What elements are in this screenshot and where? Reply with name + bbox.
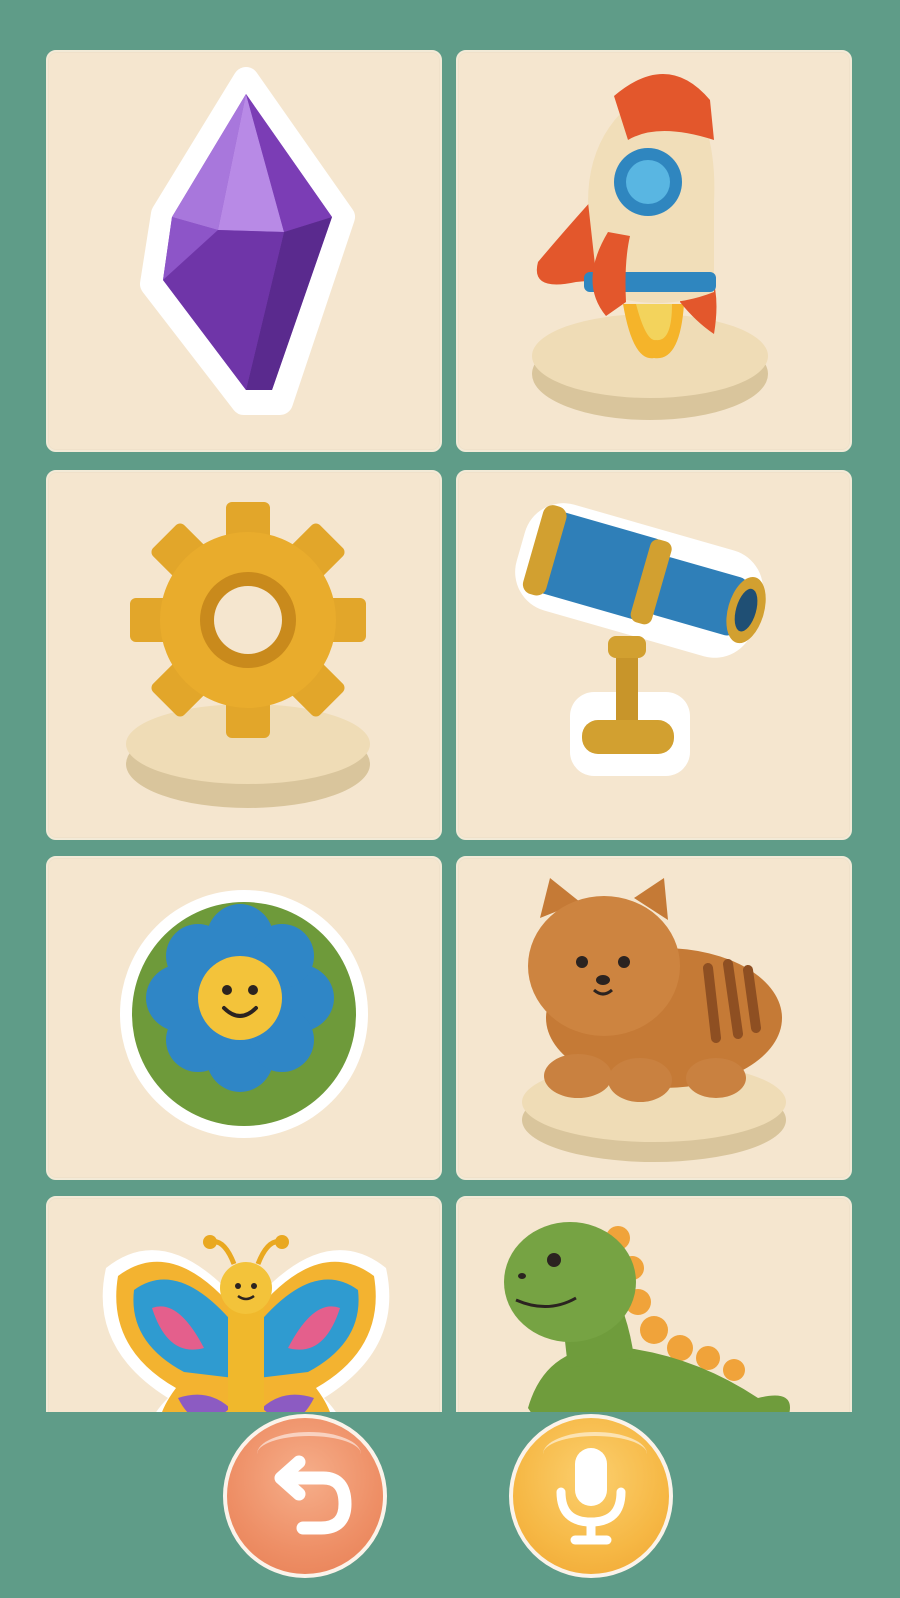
- purple-crystal-icon: [140, 67, 355, 415]
- item-card-telescope[interactable]: [456, 470, 852, 840]
- rocket-icon: [532, 73, 768, 420]
- item-card-rocket[interactable]: [456, 50, 852, 452]
- butterfly-icon: [102, 1235, 390, 1412]
- yellow-gear-icon: [126, 502, 370, 808]
- item-card-butterfly[interactable]: [46, 1196, 442, 1412]
- item-card-gear[interactable]: [46, 470, 442, 840]
- undo-arrow-icon: [274, 1455, 352, 1535]
- smiling-flower-icon: [120, 890, 368, 1138]
- blue-telescope-icon: [515, 503, 766, 776]
- app-screen: [0, 0, 900, 1598]
- undo-button[interactable]: [223, 1414, 387, 1578]
- item-card-crystal[interactable]: [46, 50, 442, 452]
- bottom-toolbar: [0, 1412, 900, 1598]
- microphone-icon: [556, 1448, 626, 1545]
- green-dinosaur-icon: [504, 1222, 790, 1412]
- item-card-flower[interactable]: [46, 856, 442, 1180]
- microphone-button[interactable]: [509, 1414, 673, 1578]
- item-grid: [0, 0, 900, 1412]
- item-card-cat[interactable]: [456, 856, 852, 1180]
- orange-cat-icon: [522, 878, 786, 1162]
- item-card-dinosaur[interactable]: [456, 1196, 852, 1412]
